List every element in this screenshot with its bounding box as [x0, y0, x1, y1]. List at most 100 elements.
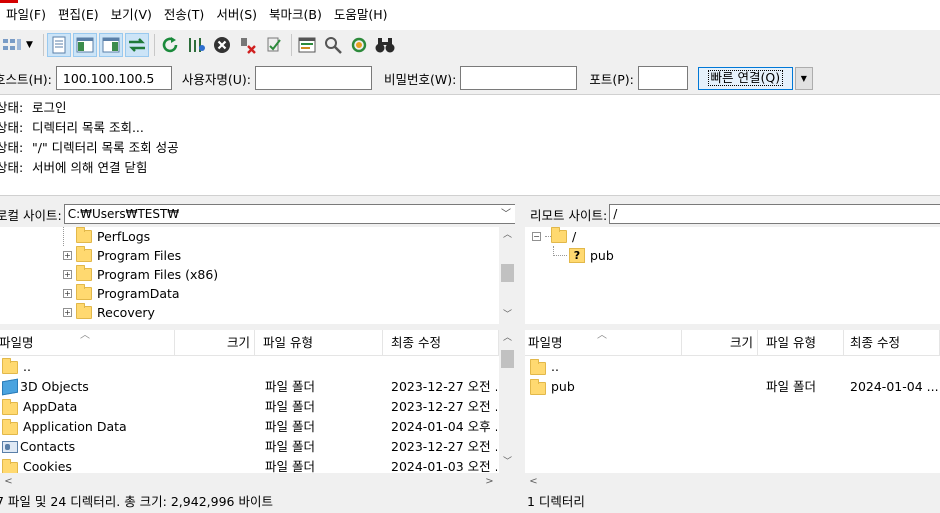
app-title-edge	[0, 0, 18, 3]
file-modified: 2023-12-27 오전 ...	[391, 379, 497, 394]
message-log[interactable]: 상태: 로그인 상태: 디렉터리 목록 조회... 상태: "/" 디렉터리 목록 조…	[0, 94, 940, 196]
port-input[interactable]	[637, 66, 688, 90]
expand-plus-icon[interactable]: +	[63, 308, 72, 317]
column-size[interactable]: 크기	[175, 330, 255, 356]
local-directory-tree[interactable]: PerfLogs + Program Files + Program Files…	[0, 227, 516, 324]
file-type: 파일 폴더	[265, 459, 315, 473]
folder-icon	[2, 459, 18, 473]
host-input[interactable]	[55, 66, 172, 90]
synchronized-browsing-icon[interactable]	[347, 33, 371, 57]
tree-item-pub[interactable]: ? pub	[553, 246, 614, 265]
local-path-combo[interactable]: C:₩Users₩TEST₩ ﹀	[63, 204, 516, 224]
tree-item-label: /	[572, 229, 577, 244]
menu-help[interactable]: 도움말(H)	[328, 0, 394, 30]
file-modified: 2023-12-27 오전 ...	[391, 399, 497, 414]
table-row[interactable]: pub 파일 폴더 2024-01-04 ...	[525, 377, 940, 397]
tree-item-program-files[interactable]: + Program Files	[63, 246, 181, 265]
local-list-header: 파일명 ︿ 크기 파일 유형 최종 수정	[0, 330, 499, 356]
column-filename[interactable]: 파일명 ︿	[525, 330, 682, 356]
column-filename[interactable]: 파일명 ︿	[0, 330, 175, 356]
menu-transfer[interactable]: 전송(T)	[158, 0, 210, 30]
tree-line	[63, 227, 76, 246]
table-row[interactable]: AppData 파일 폴더 2023-12-27 오전 ...	[0, 397, 499, 417]
remote-status-text: 1 디렉터리	[527, 494, 585, 509]
menu-edit[interactable]: 편집(E)	[52, 0, 105, 30]
column-modified[interactable]: 최종 수정	[844, 330, 940, 356]
remote-path-combo[interactable]: /	[609, 204, 940, 224]
menu-bookmarks[interactable]: 북마크(B)	[263, 0, 328, 30]
log-message: 로그인	[32, 100, 67, 115]
tree-item-label: PerfLogs	[97, 229, 151, 244]
local-list-scrollbar[interactable]: ︿ ﹀	[499, 330, 516, 473]
log-line: 상태: 디렉터리 목록 조회...	[0, 118, 940, 138]
local-file-list[interactable]: 파일명 ︿ 크기 파일 유형 최종 수정 .. 3D Objects 파일 폴더 …	[0, 330, 516, 490]
site-manager-icon[interactable]	[0, 33, 24, 57]
username-input[interactable]	[255, 66, 372, 90]
directory-filter-icon[interactable]	[295, 33, 319, 57]
column-size[interactable]: 크기	[682, 330, 758, 356]
binoculars-icon[interactable]	[373, 33, 397, 57]
folder-icon	[76, 265, 92, 281]
expand-plus-icon[interactable]: +	[63, 270, 72, 279]
tree-item-root[interactable]: − /	[532, 227, 576, 246]
scroll-left-icon[interactable]: <	[525, 473, 542, 490]
file-name: ..	[23, 359, 31, 374]
log-message: 서버에 의해 연결 닫힘	[32, 160, 148, 175]
quick-connect-dropdown-icon[interactable]: ▼	[794, 66, 813, 90]
message-log-icon[interactable]	[47, 33, 71, 57]
column-type[interactable]: 파일 유형	[255, 330, 383, 356]
scroll-down-icon[interactable]: ﹀	[499, 454, 516, 471]
column-type[interactable]: 파일 유형	[758, 330, 844, 356]
table-row[interactable]: ..	[0, 357, 499, 377]
column-label: 크기	[226, 335, 250, 350]
remote-file-list[interactable]: 파일명 ︿ 크기 파일 유형 최종 수정 .. pub 파일 폴더 2024-01…	[525, 330, 940, 490]
disconnect-icon[interactable]	[236, 33, 260, 57]
expand-plus-icon[interactable]: +	[63, 251, 72, 260]
quick-connect-button[interactable]: 빠른 연결(Q)	[697, 66, 793, 90]
table-row[interactable]: Application Data 파일 폴더 2024-01-04 오후 ...	[0, 417, 499, 437]
scroll-up-icon[interactable]: ︿	[499, 330, 516, 347]
local-path-value: C:₩Users₩TEST₩	[67, 207, 180, 221]
dropdown-arrow-icon[interactable]: ▼	[26, 40, 36, 50]
file-type: 파일 폴더	[265, 399, 315, 414]
tree-item-program-files-x86[interactable]: + Program Files (x86)	[63, 265, 218, 284]
local-tree-icon[interactable]	[73, 33, 97, 57]
log-status-key: 상태:	[0, 120, 24, 135]
scroll-right-icon[interactable]: >	[481, 473, 498, 490]
table-row[interactable]: 3D Objects 파일 폴더 2023-12-27 오전 ...	[0, 377, 499, 397]
tree-item-recovery[interactable]: + Recovery	[63, 303, 155, 322]
table-row[interactable]: Contacts 파일 폴더 2023-12-27 오전 ...	[0, 437, 499, 457]
tree-item-perflogs[interactable]: PerfLogs	[63, 227, 150, 246]
local-tree-scrollbar[interactable]: ︿ ﹀	[499, 227, 516, 324]
remote-list-hscrollbar[interactable]: <	[525, 473, 940, 490]
column-modified[interactable]: 최종 수정	[383, 330, 499, 356]
menu-view[interactable]: 보기(V)	[105, 0, 158, 30]
remote-site-label: 리모트 사이트:	[530, 207, 608, 223]
scroll-left-icon[interactable]: <	[0, 473, 17, 490]
remote-tree-icon[interactable]	[99, 33, 123, 57]
transfer-queue-icon[interactable]	[125, 33, 149, 57]
pane-splitter[interactable]	[515, 200, 523, 513]
password-input[interactable]	[460, 66, 578, 90]
table-row[interactable]: ..	[525, 357, 940, 377]
menu-server[interactable]: 서버(S)	[210, 0, 263, 30]
tree-item-label: ProgramData	[97, 286, 180, 301]
tree-item-programdata[interactable]: + ProgramData	[63, 284, 180, 303]
scroll-down-icon[interactable]: ﹀	[499, 307, 516, 324]
refresh-icon[interactable]	[158, 33, 182, 57]
local-list-hscrollbar[interactable]: < >	[0, 473, 516, 490]
remote-directory-tree[interactable]: − / ? pub	[525, 227, 940, 324]
scroll-thumb[interactable]	[501, 350, 514, 368]
log-line: 상태: 로그인	[0, 98, 940, 118]
reconnect-icon[interactable]	[262, 33, 286, 57]
expand-plus-icon[interactable]: +	[63, 289, 72, 298]
collapse-minus-icon[interactable]: −	[532, 232, 541, 241]
cancel-icon[interactable]	[210, 33, 234, 57]
menu-file[interactable]: 파일(F)	[0, 0, 52, 30]
table-row[interactable]: Cookies 파일 폴더 2024-01-03 오전 ...	[0, 457, 499, 473]
chevron-down-icon[interactable]: ﹀	[501, 206, 511, 224]
scroll-thumb[interactable]	[501, 264, 514, 282]
process-queue-icon[interactable]	[184, 33, 208, 57]
search-files-icon[interactable]	[321, 33, 345, 57]
scroll-up-icon[interactable]: ︿	[499, 227, 516, 244]
